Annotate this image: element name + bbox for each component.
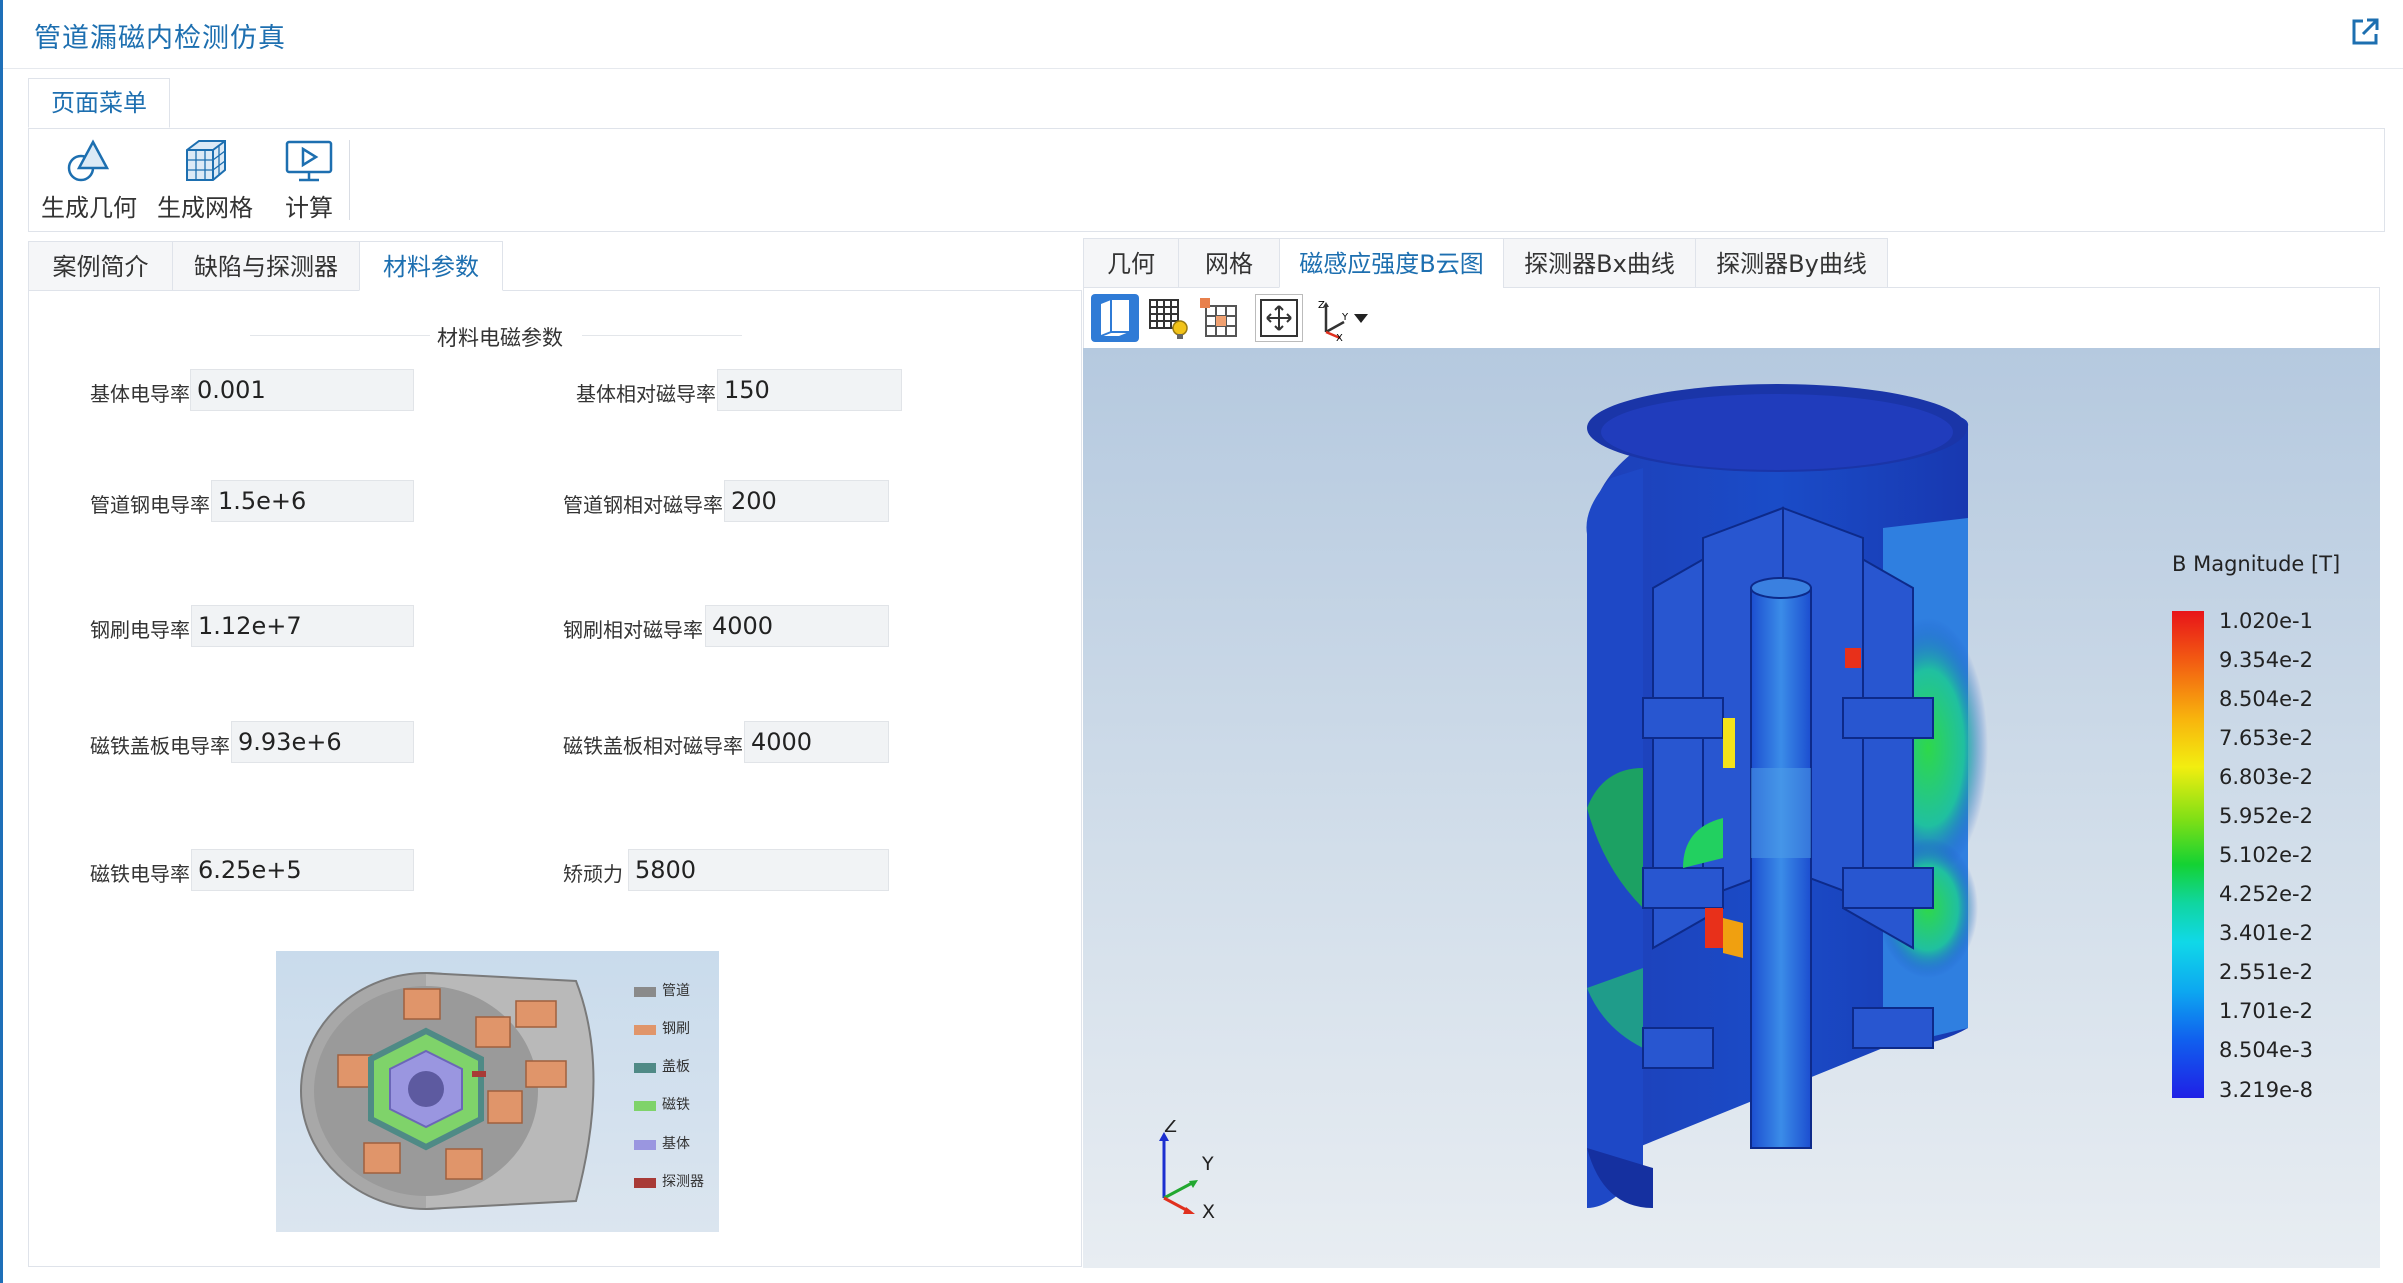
field-label-base-conductivity: 基体电导率 bbox=[90, 382, 190, 406]
field-label-cover-conductivity: 磁铁盖板电导率 bbox=[90, 734, 230, 758]
surface-view-button[interactable] bbox=[1091, 294, 1139, 342]
section-title: 材料电磁参数 bbox=[437, 326, 563, 350]
tab-b-field-contour[interactable]: 磁感应强度B云图 bbox=[1279, 238, 1504, 288]
colorbar-label: 5.952e-2 bbox=[2219, 804, 2313, 828]
legend-swatch-pipe bbox=[634, 987, 656, 997]
cover-conductivity-input[interactable]: 9.93e+6 bbox=[231, 721, 414, 763]
compute-button[interactable]: 计算 bbox=[273, 138, 345, 228]
svg-text:X: X bbox=[1336, 333, 1343, 342]
section-divider-left bbox=[250, 335, 430, 336]
generate-geometry-button[interactable]: 生成几何 bbox=[39, 138, 139, 228]
colorbar-label: 1.701e-2 bbox=[2219, 999, 2313, 1023]
colorbar-label: 7.653e-2 bbox=[2219, 726, 2313, 750]
mesh-light-icon bbox=[1149, 299, 1188, 339]
field-label-brush-permeability: 钢刷相对磁导率 bbox=[563, 618, 703, 642]
fit-view-icon bbox=[1260, 299, 1298, 337]
tab-page-menu[interactable]: 页面菜单 bbox=[28, 78, 170, 128]
fit-view-button[interactable] bbox=[1255, 294, 1303, 342]
colorbar bbox=[2172, 611, 2204, 1098]
axis-triad: Z Y X bbox=[1150, 1115, 1240, 1223]
window-left-border bbox=[0, 0, 3, 1283]
colorbar-label: 6.803e-2 bbox=[2219, 765, 2313, 789]
legend-label-cover: 盖板 bbox=[662, 1059, 690, 1075]
generate-mesh-label: 生成网格 bbox=[157, 194, 253, 222]
axis-z-label: Z bbox=[1164, 1120, 1177, 1137]
colorbar-label: 8.504e-3 bbox=[2219, 1038, 2313, 1062]
app-title: 管道漏磁内检测仿真 bbox=[34, 23, 286, 54]
surface-view-icon bbox=[1100, 300, 1129, 337]
tab-detector-by-curve[interactable]: 探测器By曲线 bbox=[1695, 238, 1888, 288]
field-label-cover-permeability: 磁铁盖板相对磁导率 bbox=[563, 734, 743, 758]
field-label-magnet-conductivity: 磁铁电导率 bbox=[90, 862, 190, 886]
colorbar-label: 5.102e-2 bbox=[2219, 843, 2313, 867]
compute-label: 计算 bbox=[285, 194, 333, 222]
tab-case-intro[interactable]: 案例简介 bbox=[28, 241, 173, 291]
base-conductivity-input[interactable]: 0.001 bbox=[190, 369, 414, 411]
legend-label-base: 基体 bbox=[662, 1136, 690, 1152]
generate-geometry-label: 生成几何 bbox=[41, 194, 137, 222]
field-label-base-permeability: 基体相对磁导率 bbox=[576, 382, 716, 406]
dropdown-arrow-icon bbox=[1354, 314, 1368, 323]
tab-mesh[interactable]: 网格 bbox=[1178, 238, 1280, 288]
field-label-brush-conductivity: 钢刷电导率 bbox=[90, 618, 190, 642]
ribbon-toolbar: 生成几何 生成网格 计算 bbox=[28, 128, 2385, 232]
colorbar-label: 3.219e-8 bbox=[2219, 1078, 2313, 1102]
tab-material-params[interactable]: 材料参数 bbox=[359, 241, 503, 291]
colorbar-label: 2.551e-2 bbox=[2219, 960, 2313, 984]
axes-icon: Z Y X bbox=[1318, 300, 1368, 344]
axis-y-label: Y bbox=[1201, 1153, 1214, 1175]
geometry-shapes-icon bbox=[67, 139, 110, 182]
svg-text:Z: Z bbox=[1318, 300, 1325, 311]
colorbar-label: 1.020e-1 bbox=[2219, 609, 2313, 633]
legend-swatch-brush bbox=[634, 1025, 656, 1035]
field-label-pipe-conductivity: 管道钢电导率 bbox=[90, 493, 210, 517]
tab-geometry[interactable]: 几何 bbox=[1083, 238, 1179, 288]
tab-defects-detectors[interactable]: 缺陷与探测器 bbox=[172, 241, 360, 291]
legend-label-brush: 钢刷 bbox=[662, 1021, 690, 1037]
colorbar-label: 9.354e-2 bbox=[2219, 648, 2313, 672]
svg-text:Y: Y bbox=[1341, 312, 1349, 323]
legend-swatch-detector bbox=[634, 1178, 656, 1188]
colorbar-label: 8.504e-2 bbox=[2219, 687, 2313, 711]
pipe-conductivity-input[interactable]: 1.5e+6 bbox=[211, 480, 414, 522]
legend-swatch-magnet bbox=[634, 1101, 656, 1111]
open-external-icon[interactable] bbox=[2349, 16, 2381, 48]
brush-conductivity-input[interactable]: 1.12e+7 bbox=[191, 605, 414, 647]
legend-label-magnet: 磁铁 bbox=[662, 1097, 690, 1113]
colorbar-label: 4.252e-2 bbox=[2219, 882, 2313, 906]
compute-monitor-icon bbox=[285, 140, 333, 182]
pipe-permeability-input[interactable]: 200 bbox=[724, 480, 889, 522]
magnet-conductivity-input[interactable]: 6.25e+5 bbox=[191, 849, 414, 891]
coercivity-input[interactable]: 5800 bbox=[628, 849, 889, 891]
legend-label-pipe: 管道 bbox=[662, 983, 690, 999]
app-header bbox=[3, 0, 2403, 69]
mesh-light-view-button[interactable] bbox=[1144, 294, 1192, 342]
colorbar-title: B Magnitude [T] bbox=[2172, 552, 2341, 576]
brush-permeability-input[interactable]: 4000 bbox=[705, 605, 889, 647]
legend-swatch-cover bbox=[634, 1063, 656, 1073]
ribbon-divider bbox=[349, 140, 350, 220]
legend-label-detector: 探测器 bbox=[662, 1174, 704, 1190]
cover-permeability-input[interactable]: 4000 bbox=[744, 721, 889, 763]
generate-mesh-button[interactable]: 生成网格 bbox=[155, 138, 255, 228]
section-divider-right bbox=[582, 335, 742, 336]
legend-swatch-base bbox=[634, 1140, 656, 1150]
axis-orientation-dropdown[interactable]: Z Y X bbox=[1312, 294, 1376, 344]
tab-detector-bx-curve[interactable]: 探测器Bx曲线 bbox=[1503, 238, 1696, 288]
axis-x-label: X bbox=[1202, 1201, 1215, 1220]
mesh-colors-icon bbox=[1200, 298, 1237, 337]
menu-tab-strip bbox=[28, 78, 2385, 129]
field-label-coercivity: 矫顽力 bbox=[563, 862, 623, 886]
base-permeability-input[interactable]: 150 bbox=[717, 369, 902, 411]
mesh-color-view-button[interactable] bbox=[1196, 294, 1244, 342]
colorbar-label: 3.401e-2 bbox=[2219, 921, 2313, 945]
mesh-cube-icon bbox=[186, 140, 226, 181]
field-label-pipe-permeability: 管道钢相对磁导率 bbox=[563, 493, 723, 517]
